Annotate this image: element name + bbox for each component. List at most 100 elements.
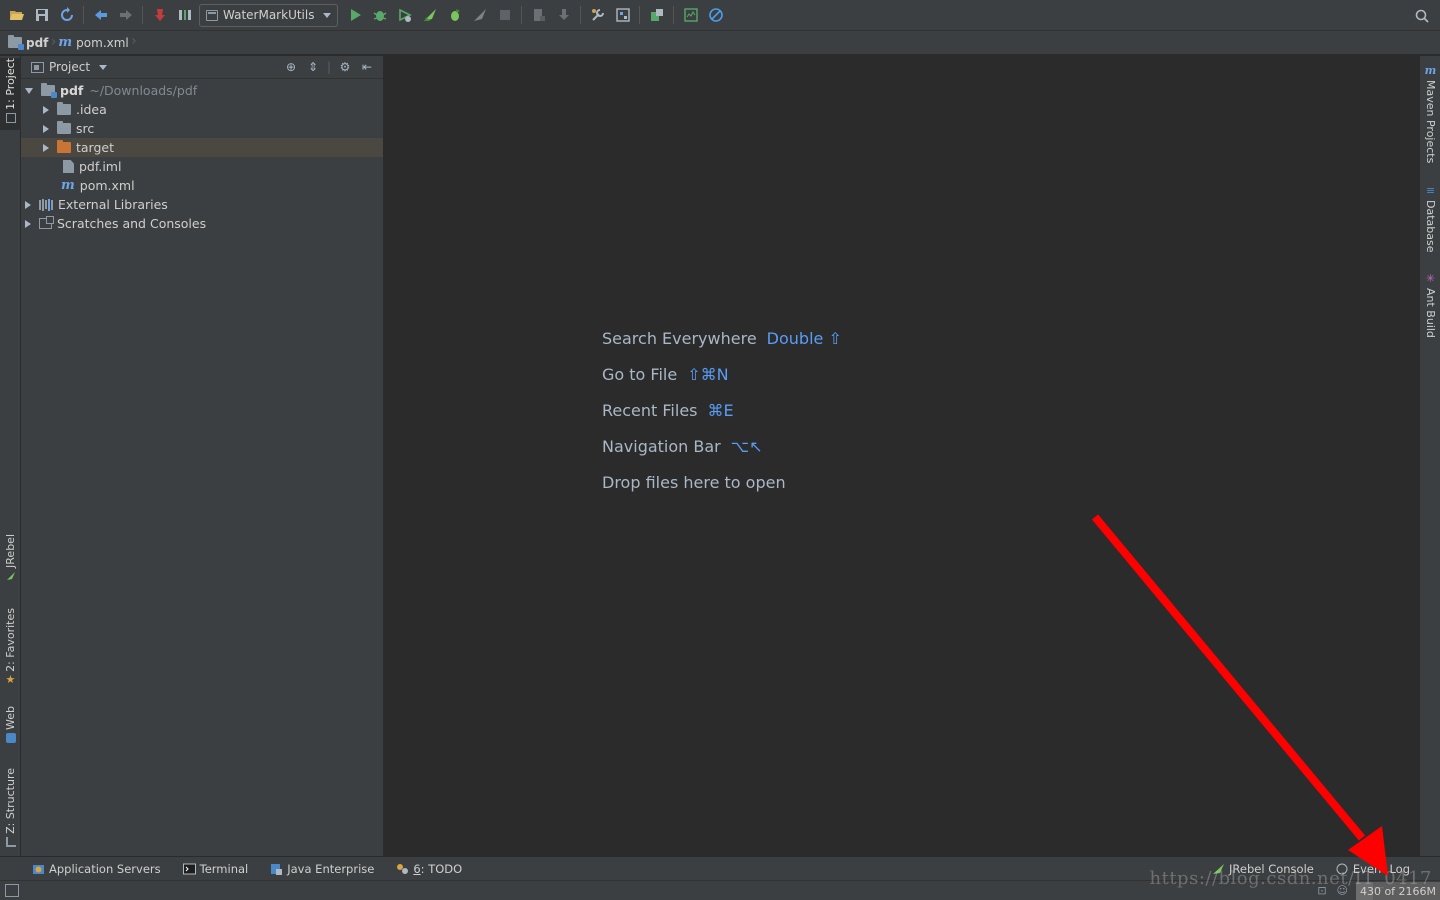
- tree-item-label: target: [76, 140, 115, 155]
- plugin-icon[interactable]: [646, 4, 668, 26]
- back-icon[interactable]: [90, 4, 112, 26]
- tab-label: Web: [4, 706, 17, 730]
- tree-item-label: pom.xml: [79, 178, 135, 193]
- tab-mnemonic: 6: [413, 861, 421, 876]
- expand-arrow-icon[interactable]: [43, 105, 49, 114]
- collapse-all-icon[interactable]: ⇕: [305, 60, 321, 74]
- run-icon[interactable]: [344, 4, 366, 26]
- toolbar-separator: [142, 6, 143, 24]
- maven-file-icon: m: [58, 35, 73, 50]
- make-icon[interactable]: [174, 4, 196, 26]
- main-toolbar: WaterMarkUtils: [0, 0, 1440, 31]
- tab-label: Java Enterprise: [287, 861, 375, 876]
- hint-recent-files: Recent Files ⌘E: [602, 392, 842, 428]
- jrebel-run-icon[interactable]: [419, 4, 441, 26]
- tab-java-enterprise[interactable]: Java Enterprise: [270, 862, 374, 876]
- debug-icon[interactable]: [369, 4, 391, 26]
- hint-text: Search Everywhere: [602, 328, 757, 348]
- toolbar-separator: [521, 6, 523, 24]
- database-icon: ≡: [1425, 184, 1436, 197]
- tab-terminal[interactable]: Terminal: [182, 862, 248, 876]
- settings-icon[interactable]: [587, 4, 609, 26]
- tree-item-iml[interactable]: pdf.iml: [21, 157, 383, 176]
- expand-arrow-icon[interactable]: [25, 87, 33, 94]
- breadcrumb-separator: ›: [50, 33, 57, 50]
- expand-arrow-icon[interactable]: [43, 124, 49, 133]
- project-structure-icon[interactable]: [612, 4, 634, 26]
- tab-label: Database: [1424, 200, 1437, 253]
- tool-windows-toggle-icon[interactable]: [5, 884, 19, 897]
- power-save-icon[interactable]: [705, 4, 727, 26]
- sync-icon[interactable]: [56, 4, 78, 26]
- tab-database[interactable]: ≡ Database: [1420, 184, 1440, 253]
- download-icon[interactable]: [553, 4, 575, 26]
- java-enterprise-icon: [271, 863, 283, 875]
- maven-icon: m: [1424, 64, 1437, 77]
- stop-icon[interactable]: [494, 4, 516, 26]
- project-panel-actions: ⊕ ⇕ | ⚙ ⇤: [283, 60, 383, 74]
- tree-item-target[interactable]: target: [21, 138, 383, 157]
- tab-project[interactable]: 1: Project: [0, 58, 21, 130]
- gear-icon[interactable]: ⚙: [337, 60, 353, 74]
- left-tool-stripe: 1: Project JRebel 2: Favorites ★ Web Z: …: [0, 56, 21, 856]
- tab-structure[interactable]: Z: Structure: [0, 768, 21, 848]
- toolbar-separator: [580, 6, 582, 24]
- tree-item-label: .idea: [76, 102, 107, 117]
- open-icon[interactable]: [6, 4, 28, 26]
- excluded-folder-icon: [57, 140, 71, 153]
- run-configuration-selector[interactable]: WaterMarkUtils: [199, 3, 339, 27]
- navigation-bar: pdf › m pom.xml ›: [0, 31, 1440, 55]
- tree-item-src[interactable]: src: [21, 119, 383, 138]
- hint-shortcut: ⌘E: [707, 400, 734, 420]
- hint-shortcut: ⌥↖: [730, 436, 763, 456]
- hint-shortcut: Double ⇧: [766, 328, 842, 348]
- tab-label: JRebel: [4, 534, 17, 568]
- hide-panel-icon[interactable]: ⇤: [359, 60, 375, 74]
- tab-ant-build[interactable]: ✳ Ant Build: [1420, 272, 1440, 338]
- expand-arrow-icon[interactable]: [25, 200, 31, 209]
- tree-item-label: src: [76, 121, 95, 136]
- tab-favorites[interactable]: 2: Favorites ★: [0, 608, 21, 688]
- save-icon[interactable]: [31, 4, 53, 26]
- editor-hints: Search Everywhere Double ⇧ Go to File ⇧⌘…: [602, 320, 842, 500]
- tab-label: 2: Favorites: [4, 608, 17, 672]
- run-configuration-icon: [206, 9, 218, 21]
- tab-jrebel[interactable]: JRebel: [0, 534, 21, 592]
- project-view-icon: [31, 61, 44, 73]
- profile-icon[interactable]: [469, 4, 491, 26]
- tab-web[interactable]: Web: [0, 706, 21, 750]
- hint-drop-files: Drop files here to open: [602, 464, 842, 500]
- library-icon: [39, 198, 53, 211]
- coverage-icon[interactable]: [394, 4, 416, 26]
- hint-navigation-bar: Navigation Bar ⌥↖: [602, 428, 842, 464]
- search-icon[interactable]: [1411, 5, 1433, 27]
- tab-application-servers[interactable]: Application Servers: [32, 862, 161, 876]
- tab-label: : TODO: [420, 861, 463, 876]
- breadcrumb-file[interactable]: m pom.xml ›: [58, 33, 138, 50]
- tab-todo[interactable]: 6: TODO: [396, 862, 462, 876]
- tree-item-label: External Libraries: [58, 197, 168, 212]
- hint-search-everywhere: Search Everywhere Double ⇧: [602, 320, 842, 356]
- locate-file-icon[interactable]: ⊕: [283, 60, 299, 74]
- right-tool-stripe: m Maven Projects ≡ Database ✳ Ant Build: [1419, 56, 1440, 856]
- expand-arrow-icon[interactable]: [25, 219, 31, 228]
- breadcrumb-project[interactable]: pdf ›: [8, 33, 58, 50]
- project-view-selector[interactable]: Project: [31, 60, 108, 74]
- sdk-icon[interactable]: [528, 4, 550, 26]
- build-icon[interactable]: [149, 4, 171, 26]
- jrebel-debug-icon[interactable]: [444, 4, 466, 26]
- forward-icon[interactable]: [115, 4, 137, 26]
- tree-item-idea[interactable]: .idea: [21, 100, 383, 119]
- vcs-icon[interactable]: [680, 4, 702, 26]
- editor-empty-area[interactable]: Search Everywhere Double ⇧ Go to File ⇧⌘…: [384, 56, 1419, 856]
- tree-item-scratches[interactable]: Scratches and Consoles: [21, 214, 383, 233]
- chevron-down-icon: [99, 64, 108, 70]
- expand-arrow-icon[interactable]: [43, 143, 49, 152]
- tree-item-external-libraries[interactable]: External Libraries: [21, 195, 383, 214]
- tree-item-label: pdf.iml: [79, 159, 122, 174]
- tree-item-pom[interactable]: m pom.xml: [21, 176, 383, 195]
- tree-item-root[interactable]: pdf ~/Downloads/pdf: [21, 81, 383, 100]
- tab-maven-projects[interactable]: m Maven Projects: [1420, 64, 1440, 163]
- terminal-icon: [182, 863, 196, 874]
- chevron-down-icon: [323, 12, 332, 18]
